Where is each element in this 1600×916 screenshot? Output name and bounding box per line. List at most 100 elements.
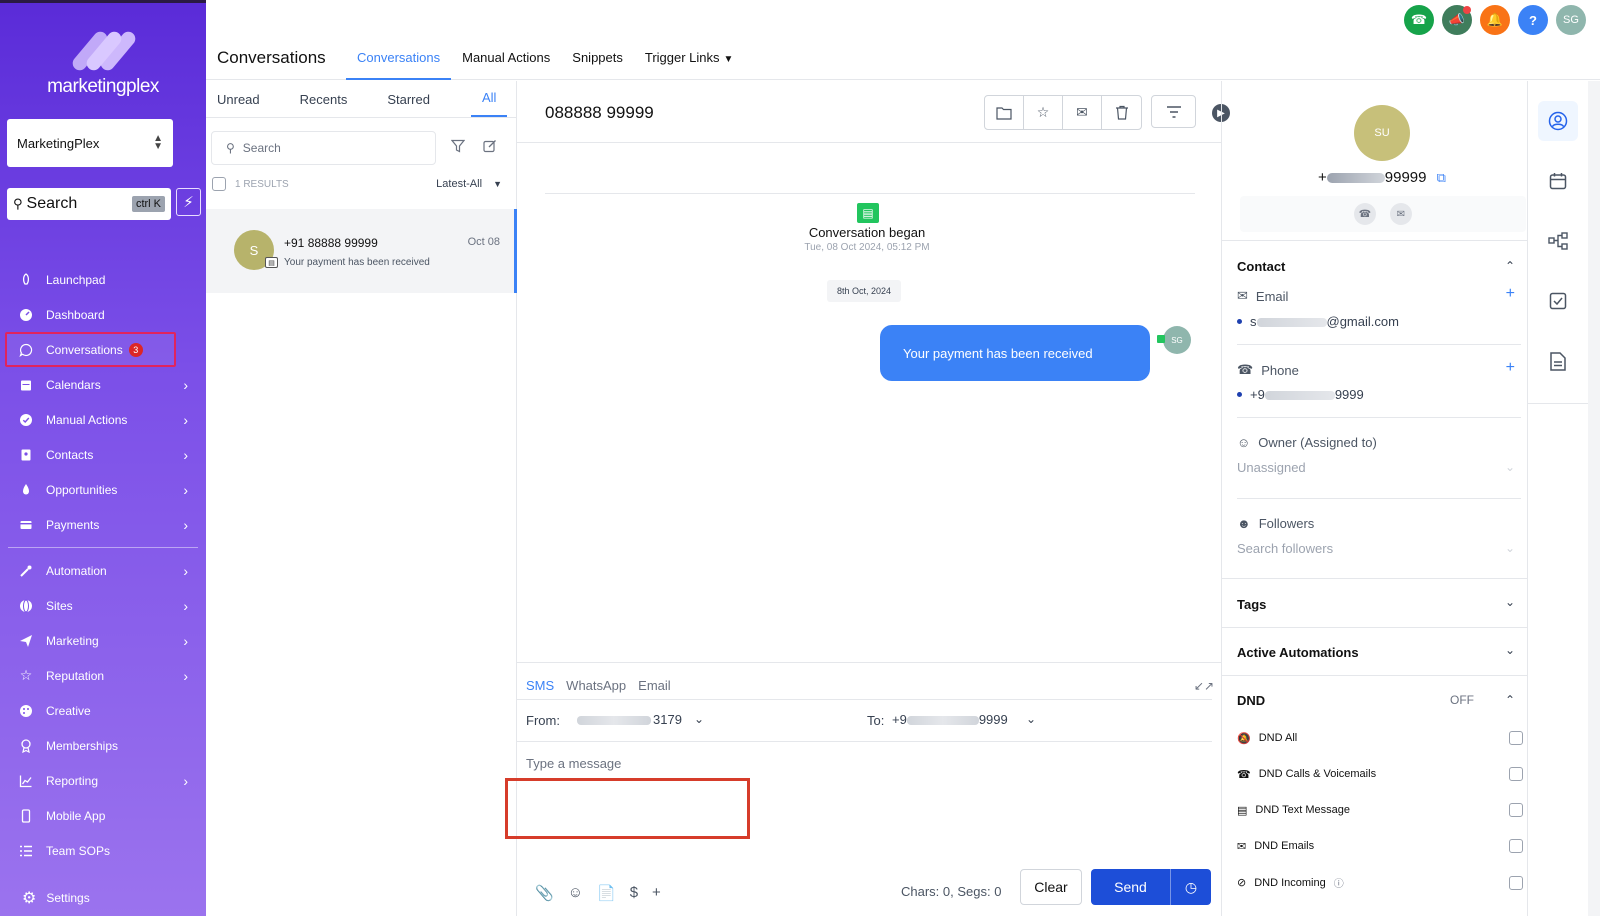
dnd-all-checkbox[interactable] [1509,731,1523,745]
phone-button[interactable]: ☎ [1404,5,1434,35]
from-number[interactable]: 3179 [577,712,682,727]
tab-starred[interactable]: Starred [376,92,441,117]
email-value[interactable]: s @gmail.com [1237,314,1399,329]
sidebar-item-automation[interactable]: Automation › [0,553,206,588]
quick-actions-button[interactable]: ⚡ [176,188,201,216]
mail-icon[interactable]: ✉ [1390,203,1412,225]
tab-trigger-links[interactable]: Trigger Links ▼ [634,40,745,80]
sidebar-item-creative[interactable]: Creative [0,693,206,728]
chevron-up-icon[interactable]: ⌃ [1505,693,1515,707]
section-active-automations[interactable]: Active Automations [1237,645,1359,660]
phone-value[interactable]: +9 9999 [1237,387,1364,402]
owner-select[interactable]: Unassigned [1237,460,1306,475]
add-email-button[interactable]: + [1506,285,1515,303]
notes-icon[interactable] [1538,341,1578,381]
chevron-down-icon[interactable]: ⌄ [1026,712,1036,726]
sidebar-item-launchpad[interactable]: Launchpad [0,262,206,297]
conversation-began-time: Tue, 08 Oct 2024, 05:12 PM [804,242,930,253]
tab-conversations[interactable]: Conversations [346,40,452,80]
task-icon[interactable] [1538,281,1578,321]
add-phone-button[interactable]: + [1506,359,1515,377]
announcements-button[interactable]: 📣 [1442,5,1472,35]
tab-all[interactable]: All [470,90,508,117]
sidebar-item-team-sops[interactable]: Team SOPs [0,833,206,868]
dnd-incoming-checkbox[interactable] [1509,875,1523,890]
sidebar-item-payments[interactable]: Payments › [0,507,206,542]
sidebar-item-marketing[interactable]: Marketing › [0,623,206,658]
chevron-down-icon[interactable]: ⌄ [1505,460,1515,474]
sort-dropdown[interactable]: Latest-All ▼ [436,178,502,190]
followers-search[interactable]: Search followers [1237,541,1333,556]
dollar-icon[interactable]: $ [630,884,638,902]
compose-icon[interactable] [483,139,497,156]
help-button[interactable]: ? [1518,5,1548,35]
contact-details-icon[interactable] [1538,101,1578,141]
sidebar-item-reporting[interactable]: Reporting › [0,763,206,798]
sidebar-item-settings[interactable]: ⚙ Settings [22,888,90,908]
owner-label: ☺ Owner (Assigned to) [1237,435,1377,450]
trash-icon[interactable] [1102,96,1141,129]
sidebar-item-calendars[interactable]: Calendars › [0,367,206,402]
tab-email[interactable]: Email [638,678,671,693]
sidebar-item-reputation[interactable]: ☆ Reputation › [0,658,206,693]
send-button[interactable]: Send [1091,869,1171,905]
emoji-icon[interactable]: ☺ [568,884,583,902]
schedule-icon[interactable]: ◷ [1171,869,1211,905]
sidebar-item-opportunities[interactable]: Opportunities › [0,472,206,507]
select-all-checkbox[interactable] [212,177,226,191]
list-item[interactable]: S ▤ +91 88888 99999 Oct 08 Your payment … [206,209,517,293]
sidebar-item-dashboard[interactable]: Dashboard [0,297,206,332]
filter-icon[interactable] [450,139,466,156]
section-contact[interactable]: Contact [1237,259,1285,274]
chevron-down-icon[interactable]: ⌄ [1505,643,1515,657]
tab-manual-actions[interactable]: Manual Actions [451,40,561,80]
section-tags[interactable]: Tags [1237,597,1266,612]
plus-icon[interactable]: + [652,884,661,902]
star-icon[interactable]: ☆ [1024,96,1063,129]
info-icon[interactable]: ⓘ [1334,875,1344,890]
user-avatar[interactable]: SG [1556,5,1586,35]
template-icon[interactable]: 📄 [597,884,616,902]
sidebar-item-contacts[interactable]: Contacts › [0,437,206,472]
user-icon: ☺ [1237,435,1251,450]
dnd-emails-checkbox[interactable] [1509,839,1523,853]
to-number[interactable]: +9 9999 [892,712,1008,727]
conversation-search[interactable]: ⚲ Search [211,131,436,165]
phone-icon[interactable]: ☎ [1354,203,1376,225]
dnd-text-checkbox[interactable] [1509,803,1523,817]
dnd-calls-checkbox[interactable] [1509,767,1523,781]
workflow-icon[interactable] [1538,221,1578,261]
chevron-down-icon[interactable]: ⌄ [694,712,704,726]
tab-recents[interactable]: Recents [289,92,359,117]
sidebar-item-sites[interactable]: Sites › [0,588,206,623]
sidebar-item-memberships[interactable]: Memberships [0,728,206,763]
calendar-icon[interactable] [1538,161,1578,201]
sidebar-search[interactable]: ⚲ Search ctrl K [7,188,171,220]
collapse-icon[interactable]: ↙↗ [1194,679,1214,693]
chevron-down-icon[interactable]: ⌄ [1505,595,1515,609]
chevron-up-icon[interactable]: ⌃ [1505,259,1515,273]
tab-sms[interactable]: SMS [526,678,554,693]
external-link-icon[interactable]: ⧉ [1437,170,1446,185]
contacts-icon [18,447,34,463]
tab-whatsapp[interactable]: WhatsApp [566,678,626,693]
brand-logo[interactable]: marketingplex [0,28,206,98]
tab-snippets[interactable]: Snippets [561,40,634,80]
chat-title: 088888 99999 [545,103,654,122]
message-input[interactable] [526,756,1212,848]
attachment-icon[interactable]: 📎 [535,884,554,902]
mail-icon[interactable]: ✉ [1063,96,1102,129]
sidebar-item-manual-actions[interactable]: Manual Actions › [0,402,206,437]
folder-icon[interactable] [985,96,1024,129]
notifications-button[interactable]: 🔔 [1480,5,1510,35]
sidebar-item-mobile-app[interactable]: Mobile App [0,798,206,833]
account-switcher[interactable]: MarketingPlex ▲ ▼ [7,119,173,167]
section-dnd[interactable]: DND [1237,693,1265,708]
chevron-down-icon[interactable]: ⌄ [1505,541,1515,555]
filter-button[interactable] [1151,95,1196,128]
page-scrollbar[interactable] [1588,81,1600,916]
email-prefix: s [1250,314,1257,329]
clear-button[interactable]: Clear [1020,869,1082,905]
tab-unread[interactable]: Unread [206,92,271,117]
sidebar-item-conversations[interactable]: Conversations 3 [5,332,176,367]
